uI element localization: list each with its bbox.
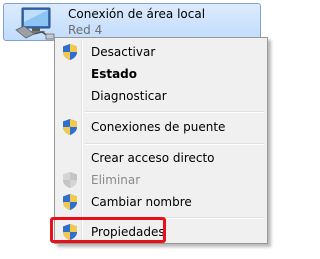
menu-item-label: Cambiar nombre [91,195,192,209]
menu-item-label: Eliminar [91,173,141,187]
highlight-box [50,217,166,243]
uac-shield-icon [63,194,77,210]
uac-shield-icon [63,119,77,135]
menu-item-label: Diagnosticar [91,89,167,103]
menu-item-label: Crear acceso directo [91,151,215,165]
connection-name: Conexión de área local [68,7,206,21]
menu-separator [85,143,264,145]
menu-separator [85,111,264,113]
menu-item-eliminar: Eliminar [57,169,265,191]
menu-item-label: Estado [91,67,138,81]
context-menu: Desactivar Estado Diagnosticar Conexione… [54,37,268,244]
connection-network: Red 4 [68,23,103,37]
menu-item-crear-acceso-directo[interactable]: Crear acceso directo [57,147,265,169]
menu-item-conexiones-de-puente[interactable]: Conexiones de puente [57,116,265,138]
uac-shield-icon [63,44,77,60]
network-connection-item[interactable]: Conexión de área local Red 4 [3,3,261,41]
menu-item-estado[interactable]: Estado [57,63,265,85]
menu-item-label: Desactivar [91,45,156,59]
uac-shield-icon [63,172,77,188]
network-adapter-icon [15,7,55,40]
menu-item-label: Conexiones de puente [91,120,226,134]
menu-item-diagnosticar[interactable]: Diagnosticar [57,85,265,107]
menu-item-desactivar[interactable]: Desactivar [57,41,265,63]
menu-item-cambiar-nombre[interactable]: Cambiar nombre [57,191,265,213]
